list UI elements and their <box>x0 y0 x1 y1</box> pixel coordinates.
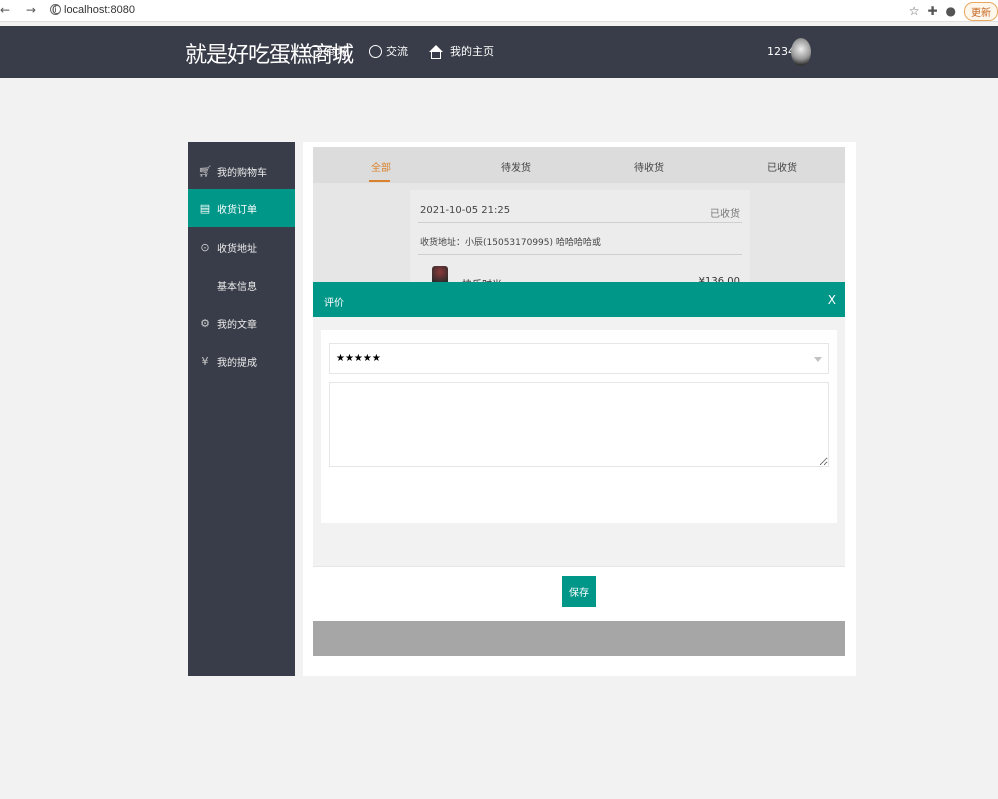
comment-textarea[interactable] <box>329 382 829 467</box>
divider <box>418 222 742 223</box>
modal-footer: 保存 <box>313 566 845 621</box>
sidebar-item-address[interactable]: ⊙ 收货地址 <box>188 228 295 266</box>
tab-all[interactable]: 全部 <box>371 159 391 174</box>
modal-body: ★★★★★ <box>321 330 837 523</box>
sidebar-item-commission[interactable]: ¥ 我的提成 <box>188 342 295 380</box>
tab-received[interactable]: 已收货 <box>767 159 797 174</box>
rating-select[interactable]: ★★★★★ <box>329 343 829 374</box>
tab-pending-shipment[interactable]: 待发货 <box>501 159 531 174</box>
nav-shop-label: 商城 <box>326 45 348 58</box>
order-address: 收货地址：小辰(15053170995) 哈哈哈哈或 <box>420 238 601 248</box>
review-modal: 评价 X ★★★★★ 保存 <box>313 282 845 621</box>
order-date: 2021-10-05 21:25 <box>420 205 511 216</box>
sidebar-item-cart[interactable]: 🛒︎ 我的购物车 <box>188 152 295 190</box>
sidebar: 🛒︎ 我的购物车 ▤ 收货订单 ⊙ 收货地址 基本信息 ⚙ 我的文章 ¥ 我的提… <box>188 142 295 676</box>
cart-icon: 🛒︎ <box>198 164 212 178</box>
close-icon[interactable]: X <box>828 293 836 307</box>
bookmark-star-icon[interactable]: ☆ <box>909 4 920 18</box>
site-info-icon[interactable]: i <box>50 4 61 15</box>
nav-home-label: 我的主页 <box>450 45 494 58</box>
order-tabs: 全部 待发货 待收货 已收货 <box>313 147 845 183</box>
tab-pending-receipt[interactable]: 待收货 <box>634 159 664 174</box>
sidebar-item-label: 基本信息 <box>217 281 257 293</box>
location-icon: ⊙ <box>200 240 210 254</box>
address-bar[interactable]: localhost:8080 <box>64 4 135 16</box>
avatar[interactable] <box>791 38 811 66</box>
sidebar-item-label: 收货订单 <box>217 204 257 216</box>
chat-icon <box>369 44 382 58</box>
sidebar-item-label: 我的购物车 <box>217 167 267 179</box>
order-card: 2021-10-05 21:25 已收货 收货地址：小辰(15053170995… <box>410 190 750 291</box>
home-icon <box>429 44 443 59</box>
shop-icon <box>309 44 322 58</box>
extensions-icon[interactable]: ✚ <box>927 4 937 18</box>
modal-header: 评价 X <box>313 282 845 317</box>
modal-title: 评价 <box>324 298 344 309</box>
browser-update-button[interactable]: 更新 <box>964 1 998 21</box>
browser-actions: ☆ ✚ ● 更新 <box>909 1 998 21</box>
overlay-strip <box>313 621 845 656</box>
rating-value: ★★★★★ <box>336 353 381 364</box>
yen-icon: ¥ <box>201 354 209 368</box>
profile-icon[interactable]: ● <box>946 4 956 18</box>
sidebar-item-label: 我的文章 <box>217 319 257 331</box>
nav-shop[interactable]: 商城 <box>309 43 348 59</box>
browser-toolbar: ← → C i localhost:8080 ☆ ✚ ● 更新 <box>0 0 998 22</box>
sidebar-item-label: 收货地址 <box>217 243 257 255</box>
sidebar-item-profile[interactable]: 基本信息 <box>188 266 295 304</box>
order-status: 已收货 <box>710 209 740 220</box>
top-navigation: 就是好吃蛋糕商城 商城 交流 我的主页 1234 <box>0 26 998 78</box>
gear-icon: ⚙ <box>200 316 210 330</box>
sidebar-item-orders[interactable]: ▤ 收货订单 <box>188 189 295 227</box>
chevron-down-icon <box>814 357 822 362</box>
nav-chat[interactable]: 交流 <box>369 43 408 59</box>
nav-home[interactable]: 我的主页 <box>429 43 494 59</box>
sidebar-item-label: 我的提成 <box>217 357 257 369</box>
nav-chat-label: 交流 <box>386 45 408 58</box>
active-tab-indicator <box>369 180 390 182</box>
sidebar-item-articles[interactable]: ⚙ 我的文章 <box>188 304 295 342</box>
document-icon: ▤ <box>199 201 211 215</box>
save-button[interactable]: 保存 <box>562 576 596 607</box>
divider <box>418 254 742 255</box>
